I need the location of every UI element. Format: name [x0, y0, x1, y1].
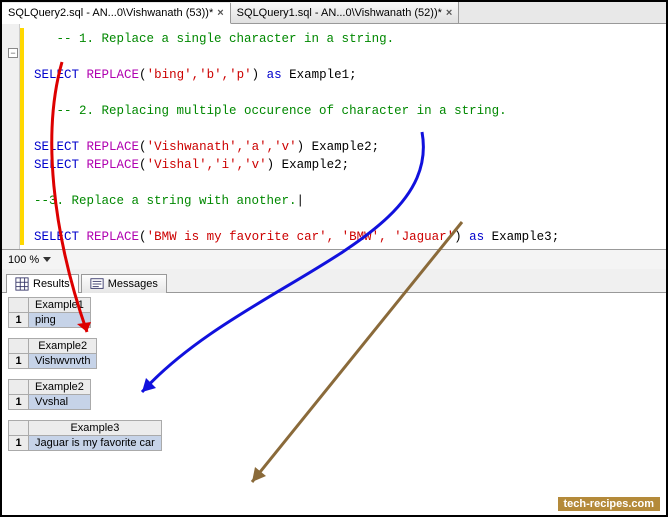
column-header[interactable]: Example3 [29, 421, 162, 436]
corner-cell [9, 380, 29, 395]
cell-value[interactable]: Jaguar is my favorite car [29, 436, 162, 451]
code-area[interactable]: -- 1. Replace a single character in a st… [2, 24, 666, 249]
row-number[interactable]: 1 [9, 436, 29, 451]
change-marker [20, 28, 24, 245]
zoom-level[interactable]: 100 % [8, 254, 39, 266]
document-tabbar: SQLQuery2.sql - AN...0\Vishwanath (53))*… [2, 2, 666, 24]
corner-cell [9, 421, 29, 436]
tab-query2[interactable]: SQLQuery2.sql - AN...0\Vishwanath (53))*… [2, 3, 231, 24]
tab-label: SQLQuery2.sql - AN...0\Vishwanath (53))* [8, 7, 213, 19]
column-header[interactable]: Example2 [29, 339, 97, 354]
collapse-toggle[interactable]: − [8, 48, 18, 58]
corner-cell [9, 298, 29, 313]
tab-label: Messages [108, 278, 158, 290]
row-number[interactable]: 1 [9, 354, 29, 369]
cell-value[interactable]: ping [29, 313, 91, 328]
cell-value[interactable]: Vvshal [29, 395, 91, 410]
zoom-bar: 100 % [2, 249, 666, 269]
result-grid-3: Example2 1Vvshal [8, 379, 660, 410]
column-header[interactable]: Example2 [29, 380, 91, 395]
messages-icon [90, 277, 104, 291]
result-grid-2: Example2 1Vishwvnvth [8, 338, 660, 369]
sql-editor[interactable]: − -- 1. Replace a single character in a … [2, 24, 666, 249]
tab-messages[interactable]: Messages [81, 274, 167, 293]
corner-cell [9, 339, 29, 354]
chevron-down-icon[interactable] [43, 257, 51, 262]
close-icon[interactable]: × [446, 7, 452, 19]
results-tabbar: Results Messages [2, 269, 666, 293]
column-header[interactable]: Example1 [29, 298, 91, 313]
close-icon[interactable]: × [217, 7, 223, 19]
tab-results[interactable]: Results [6, 274, 79, 293]
row-number[interactable]: 1 [9, 313, 29, 328]
results-pane[interactable]: Example1 1ping Example2 1Vishwvnvth Exam… [2, 293, 666, 511]
grid-icon [15, 277, 29, 291]
cell-value[interactable]: Vishwvnvth [29, 354, 97, 369]
result-grid-1: Example1 1ping [8, 297, 660, 328]
row-number[interactable]: 1 [9, 395, 29, 410]
tab-query1[interactable]: SQLQuery1.sql - AN...0\Vishwanath (52))*… [231, 2, 460, 23]
tab-label: SQLQuery1.sql - AN...0\Vishwanath (52))* [237, 7, 442, 19]
watermark: tech-recipes.com [558, 497, 660, 511]
result-grid-4: Example3 1Jaguar is my favorite car [8, 420, 660, 451]
tab-label: Results [33, 278, 70, 290]
